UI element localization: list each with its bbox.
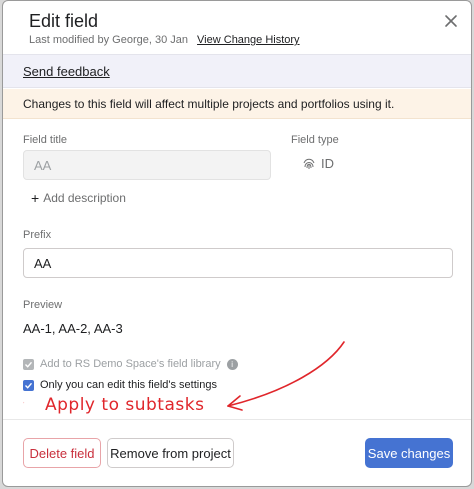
feedback-bar: Send feedback — [3, 54, 471, 88]
field-library-checkbox — [23, 358, 34, 370]
preview-value: AA-1, AA-2, AA-3 — [23, 321, 123, 336]
warning-text: Changes to this field will affect multip… — [23, 97, 395, 111]
dialog-header: Edit field Last modified by George, 30 J… — [3, 1, 471, 53]
add-description-label: Add description — [43, 191, 126, 205]
field-title-label: Field title — [23, 134, 68, 146]
plus-icon: + — [31, 190, 40, 206]
annotation-apply-subtasks: Apply to subtasks — [45, 395, 205, 415]
annotation-arrow-icon — [227, 341, 345, 411]
field-type-value: ID — [303, 156, 334, 171]
preview-label: Preview — [23, 299, 63, 311]
edit-field-dialog: Edit field Last modified by George, 30 J… — [2, 0, 472, 487]
close-icon[interactable] — [441, 11, 461, 31]
fingerprint-icon — [303, 158, 315, 169]
add-description-button[interactable]: + Add description — [31, 190, 126, 206]
field-library-checkbox-row: Add to RS Demo Space's field library i — [23, 358, 238, 370]
dialog-title: Edit field — [29, 11, 99, 31]
last-modified-text: Last modified by George, 30 Jan — [29, 34, 188, 46]
remove-from-project-button[interactable]: Remove from project — [107, 438, 234, 468]
annotation-checkbox-sketch — [23, 402, 24, 404]
permission-checkbox[interactable] — [23, 379, 34, 391]
warning-banner: Changes to this field will affect multip… — [3, 89, 471, 119]
send-feedback-link[interactable]: Send feedback — [23, 64, 110, 79]
last-modified-info: Last modified by George, 30 Jan View Cha… — [29, 34, 300, 46]
save-changes-button[interactable]: Save changes — [365, 438, 453, 468]
view-change-history-link[interactable]: View Change History — [197, 34, 300, 46]
dialog-footer: Delete field Remove from project Save ch… — [3, 419, 471, 486]
permission-label: Only you can edit this field's settings — [40, 379, 217, 391]
field-title-input[interactable]: AA — [23, 150, 271, 180]
field-type-label: Field type — [291, 134, 339, 146]
field-library-label: Add to RS Demo Space's field library — [40, 358, 221, 370]
field-type-text: ID — [321, 156, 334, 171]
prefix-input[interactable]: AA — [23, 248, 453, 278]
delete-field-button[interactable]: Delete field — [23, 438, 101, 468]
permission-checkbox-row: Only you can edit this field's settings — [23, 379, 217, 391]
prefix-label: Prefix — [23, 229, 52, 241]
